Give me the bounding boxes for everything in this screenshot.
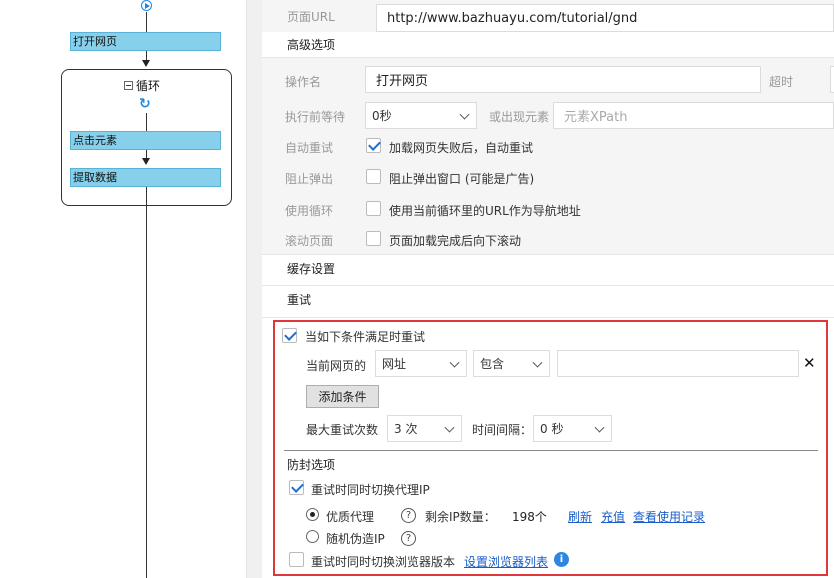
premium-proxy-radio[interactable] — [306, 508, 319, 521]
switch-proxy-checkbox[interactable] — [289, 480, 304, 495]
retry-header[interactable]: 重试 — [262, 286, 834, 318]
start-icon[interactable] — [141, 0, 152, 11]
node-label: 打开网页 — [73, 35, 117, 48]
recharge-link[interactable]: 充值 — [601, 508, 625, 525]
interval-label: 时间间隔： — [472, 423, 533, 437]
add-condition-button[interactable]: 添加条件 — [306, 385, 379, 408]
scroll-label: 滚动页面 — [285, 234, 334, 248]
use-loop-text: 使用当前循环里的URL作为导航地址 — [389, 204, 581, 218]
connector-line — [146, 12, 147, 32]
block-popup-text: 阻止弹出窗口 (可能是广告) — [389, 172, 535, 186]
auto-retry-checkbox[interactable] — [366, 138, 381, 153]
block-popup-checkbox[interactable] — [366, 169, 381, 184]
cache-settings-title: 缓存设置 — [287, 262, 336, 276]
condition-op-select[interactable]: 包含 — [473, 350, 550, 377]
max-retries-label: 最大重试次数 — [306, 423, 379, 437]
browser-list-link[interactable]: 设置浏览器列表 — [464, 553, 548, 570]
xpath-field[interactable]: 元素XPath — [553, 102, 834, 129]
xpath-placeholder: 元素XPath — [564, 110, 628, 125]
random-ip-text: 随机伪造IP — [326, 532, 385, 546]
section-divider — [284, 450, 818, 451]
node-label: 点击元素 — [73, 134, 117, 147]
refresh-link[interactable]: 刷新 — [568, 508, 592, 525]
operation-name-field[interactable]: 打开网页 — [365, 66, 761, 93]
retry-condition-text: 当如下条件满足时重试 — [305, 330, 426, 344]
cache-settings-header[interactable]: 缓存设置 — [262, 254, 834, 286]
chevron-down-icon — [594, 422, 605, 433]
max-retries-value: 3 次 — [394, 422, 418, 436]
chevron-down-icon — [449, 357, 460, 368]
condition-field-value: 网址 — [382, 357, 407, 371]
help-icon[interactable]: ? — [401, 508, 416, 523]
current-page-label: 当前网页的 — [306, 359, 367, 373]
scroll-checkbox[interactable] — [366, 231, 381, 246]
operation-name-value: 打开网页 — [376, 74, 429, 89]
node-extract-data[interactable]: 提取数据 — [70, 168, 221, 187]
remaining-ip-value: 198个 — [512, 510, 547, 524]
connector-line — [146, 187, 147, 206]
workflow-pane: 打开网页 循环 ↻ 点击元素 提取数据 — [0, 0, 246, 578]
interval-select[interactable]: 0 秒 — [533, 415, 612, 442]
retry-title: 重试 — [287, 293, 312, 307]
help-icon[interactable]: ? — [401, 531, 416, 546]
app-window: 打开网页 循环 ↻ 点击元素 提取数据 页面URL http://www.baz… — [0, 0, 834, 578]
loop-label: 循环 — [136, 79, 161, 93]
condition-op-value: 包含 — [480, 357, 505, 371]
page-url-label: 页面URL — [287, 10, 335, 24]
condition-field-select[interactable]: 网址 — [375, 350, 467, 377]
random-ip-radio[interactable] — [306, 530, 319, 543]
or-element-appears-label: 或出现元素 — [489, 110, 550, 124]
condition-value-input[interactable] — [557, 350, 799, 377]
use-loop-label: 使用循环 — [285, 204, 334, 218]
chevron-down-icon — [444, 422, 455, 433]
page-url-value: http://www.bazhuayu.com/tutorial/gnd — [387, 10, 638, 26]
node-label: 提取数据 — [73, 171, 117, 184]
advanced-options-title: 高级选项 — [287, 38, 336, 52]
max-retries-select[interactable]: 3 次 — [387, 415, 462, 442]
wait-before-select[interactable]: 0秒 — [365, 102, 477, 129]
remaining-ip-label: 剩余IP数量： — [425, 510, 496, 524]
loop-refresh-icon: ↻ — [139, 96, 151, 112]
scroll-text: 页面加载完成后向下滚动 — [389, 234, 522, 248]
block-popup-label: 阻止弹出 — [285, 172, 334, 186]
auto-retry-text: 加载网页失败后，自动重试 — [389, 141, 534, 155]
operation-name-label: 操作名 — [285, 75, 322, 89]
loop-title[interactable]: 循环 — [124, 77, 160, 94]
use-loop-checkbox[interactable] — [366, 201, 381, 216]
properties-panel: 页面URL http://www.bazhuayu.com/tutorial/g… — [262, 0, 834, 578]
page-url-field[interactable]: http://www.bazhuayu.com/tutorial/gnd — [376, 4, 834, 32]
auto-retry-label: 自动重试 — [285, 141, 334, 155]
wait-before-value: 0秒 — [372, 109, 392, 123]
node-click-element[interactable]: 点击元素 — [70, 131, 221, 150]
advanced-options-header[interactable]: 高级选项 — [262, 32, 834, 58]
add-condition-label: 添加条件 — [318, 390, 367, 404]
timeout-field[interactable] — [830, 66, 834, 93]
connector-line — [146, 113, 147, 131]
switch-proxy-text: 重试时同时切换代理IP — [311, 483, 430, 497]
usage-history-link[interactable]: 查看使用记录 — [633, 508, 705, 525]
node-open-page[interactable]: 打开网页 — [70, 32, 221, 51]
chevron-down-icon — [532, 357, 543, 368]
arrow-down-icon — [142, 60, 150, 67]
connector-line — [146, 206, 147, 578]
retry-condition-checkbox[interactable] — [282, 328, 297, 343]
switch-browser-text: 重试时同时切换浏览器版本 — [311, 555, 456, 569]
timeout-label: 超时 — [769, 75, 794, 89]
remove-condition-icon[interactable]: ✕ — [803, 354, 816, 372]
interval-value: 0 秒 — [540, 422, 564, 436]
collapse-icon[interactable] — [124, 81, 133, 90]
arrow-down-icon — [142, 158, 150, 165]
pane-splitter[interactable] — [246, 0, 262, 578]
anti-block-title: 防封选项 — [287, 458, 336, 472]
switch-browser-checkbox[interactable] — [289, 552, 304, 567]
wait-before-label: 执行前等待 — [285, 110, 346, 124]
info-icon[interactable]: i — [554, 552, 569, 567]
premium-proxy-text: 优质代理 — [326, 510, 375, 524]
chevron-down-icon — [459, 109, 470, 120]
